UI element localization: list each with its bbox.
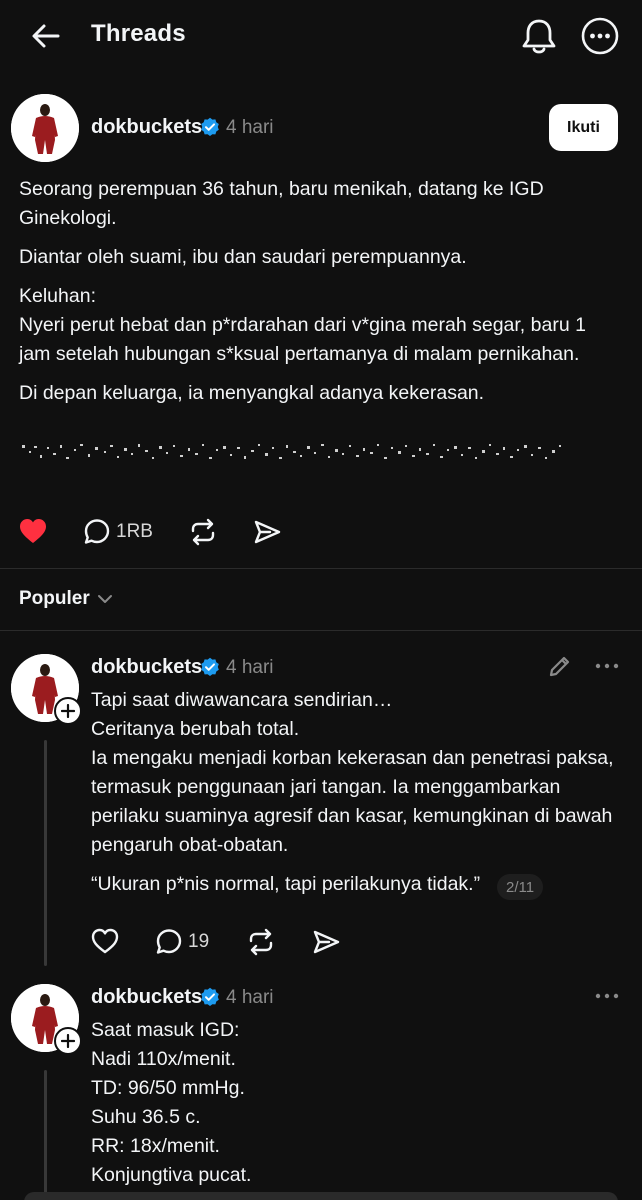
- plus-icon: [61, 704, 75, 718]
- post-paragraph: Keluhan: Nyeri perut hebat dan p*rdaraha…: [19, 285, 586, 365]
- post-paragraph: Diantar oleh suami, ibu dan saudari pere…: [19, 246, 467, 268]
- comment-icon: [156, 929, 182, 954]
- top-bar: Threads: [0, 0, 642, 72]
- bottom-reply-bar[interactable]: [24, 1192, 618, 1200]
- page-title: Threads: [91, 20, 186, 47]
- reply-username[interactable]: dokbuckets: [91, 656, 202, 679]
- share-button[interactable]: [252, 517, 282, 547]
- heart-icon: [91, 928, 119, 954]
- reply-paragraph: Tapi saat diwawancara sendirian… Ceritan…: [91, 689, 614, 856]
- divider: [0, 630, 642, 631]
- post-username[interactable]: dokbuckets: [91, 116, 202, 139]
- follow-plus-button[interactable]: [54, 697, 82, 725]
- heart-filled-icon: [20, 519, 46, 543]
- back-arrow-icon[interactable]: [28, 18, 64, 54]
- send-icon: [254, 520, 281, 544]
- reply-button[interactable]: 19: [154, 927, 209, 957]
- bell-icon[interactable]: [518, 16, 560, 56]
- follow-button[interactable]: Ikuti: [549, 104, 618, 151]
- spoiler-hidden-text[interactable]: [20, 441, 568, 465]
- reply-count: 1RB: [116, 521, 153, 542]
- reply-body: Saat masuk IGD: Nadi 110x/menit. TD: 96/…: [91, 1016, 621, 1200]
- reply-button[interactable]: 1RB: [82, 517, 153, 547]
- edit-pencil-icon[interactable]: [547, 653, 573, 679]
- thread-page-badge: 2/11: [497, 874, 544, 900]
- avatar[interactable]: [11, 94, 79, 162]
- like-button[interactable]: [90, 927, 120, 955]
- comment-icon: [84, 519, 110, 544]
- sort-label: Populer: [19, 588, 90, 609]
- more-dots-icon[interactable]: [594, 992, 620, 1000]
- reply-time: 4 hari: [226, 657, 274, 678]
- post-body: Seorang perempuan 36 tahun, baru menikah…: [19, 175, 619, 418]
- repost-button[interactable]: [246, 927, 276, 957]
- more-options-icon[interactable]: [580, 16, 620, 56]
- share-button[interactable]: [311, 927, 341, 957]
- plus-icon: [61, 1034, 75, 1048]
- sort-dropdown[interactable]: Populer: [19, 588, 114, 610]
- post-paragraph: Di depan keluarga, ia menyangkal adanya …: [19, 382, 485, 404]
- reply-count: 19: [188, 931, 210, 952]
- reply-body: Tapi saat diwawancara sendirian… Ceritan…: [91, 686, 621, 909]
- like-button[interactable]: [18, 517, 48, 545]
- reply-paragraph: Saat masuk IGD: Nadi 110x/menit. TD: 96/…: [91, 1019, 252, 1186]
- post-paragraph: Seorang perempuan 36 tahun, baru menikah…: [19, 178, 544, 229]
- verified-badge-icon: [201, 987, 219, 1006]
- repost-button[interactable]: [188, 517, 218, 547]
- chevron-down-icon: [97, 595, 112, 603]
- thread-line: [44, 740, 47, 966]
- post-time: 4 hari: [226, 117, 274, 138]
- verified-badge-icon: [201, 657, 219, 676]
- thread-line: [44, 1070, 47, 1200]
- divider: [0, 568, 642, 569]
- follow-plus-button[interactable]: [54, 1027, 82, 1055]
- repost-icon: [249, 928, 273, 956]
- verified-badge-icon: [201, 117, 219, 136]
- repost-icon: [191, 518, 215, 546]
- send-icon: [313, 930, 340, 954]
- more-dots-icon[interactable]: [594, 662, 620, 670]
- reply-time: 4 hari: [226, 987, 274, 1008]
- reply-username[interactable]: dokbuckets: [91, 986, 202, 1009]
